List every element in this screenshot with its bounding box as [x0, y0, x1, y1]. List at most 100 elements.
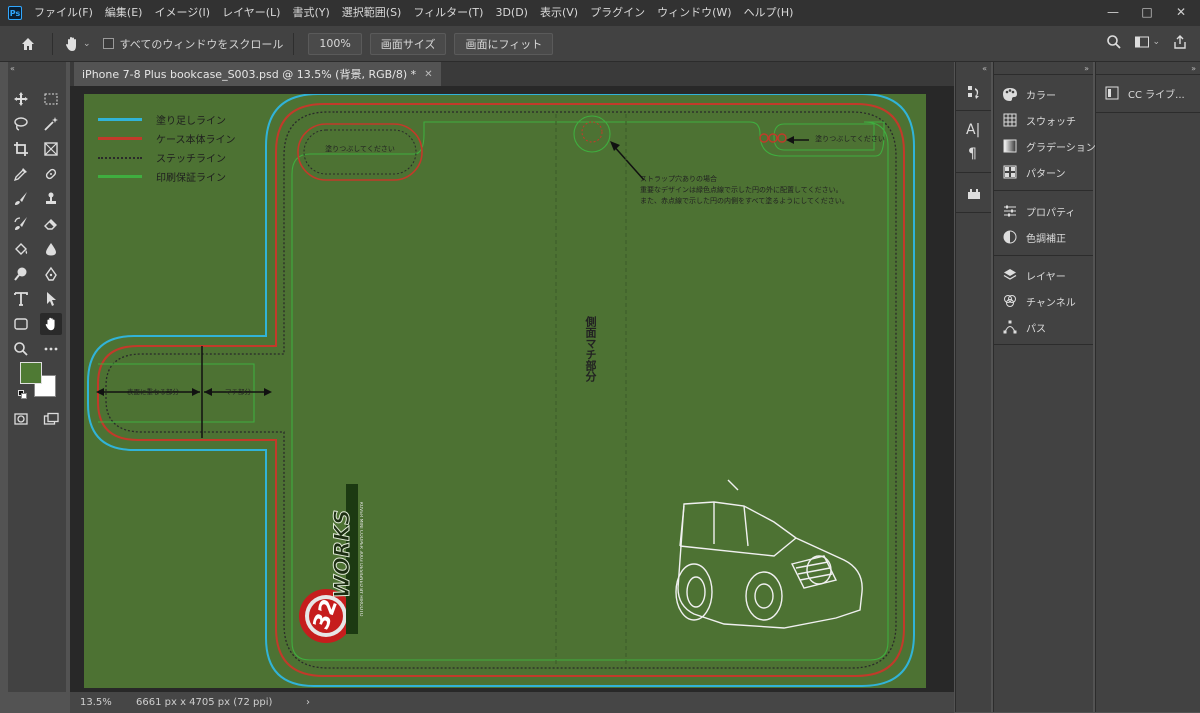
collapse-icon[interactable]: » — [1191, 64, 1196, 73]
document-dimensions: 6661 px x 4705 px (72 ppi) — [136, 697, 273, 708]
menu-item[interactable]: レイヤー(L) — [216, 0, 286, 26]
document-tab-bar: iPhone 7-8 Plus bookcase_S003.psd @ 13.5… — [70, 62, 954, 86]
paths-icon — [1002, 319, 1018, 335]
paint-bucket-tool-icon[interactable] — [10, 238, 32, 260]
minimize-button[interactable]: — — [1098, 2, 1128, 22]
document-canvas[interactable]: 塗り足しライン ケース本体ライン ステッチライン 印刷保証ライン 塗りつぶしてください… — [84, 94, 926, 688]
scroll-all-checkbox[interactable] — [102, 38, 114, 49]
zoom-level[interactable]: 13.5% — [80, 697, 130, 708]
menu-item[interactable]: 書式(Y) — [286, 0, 335, 26]
strap-note-line: また、赤点線で示した円の内側をすべて塗るようにしてください。 — [640, 197, 849, 205]
legend-label: ステッチライン — [156, 154, 226, 165]
chevron-down-icon: ⌄ — [1152, 37, 1160, 47]
panel-tab-label: CC ライブ... — [1128, 89, 1185, 101]
workspace-switcher[interactable]: ⌄ — [1134, 34, 1160, 50]
menu-item[interactable]: ウィンドウ(W) — [651, 0, 737, 26]
menu-item[interactable]: イメージ(I) — [148, 0, 216, 26]
panel-tab-label: チャンネル — [1026, 297, 1076, 309]
legend-label: 塗り足しライン — [156, 116, 226, 127]
status-menu-arrow[interactable]: › — [306, 697, 310, 708]
brush-tool-icon[interactable] — [10, 188, 32, 210]
layers-icon — [1002, 267, 1018, 283]
eraser-tool-icon[interactable] — [40, 213, 62, 235]
menu-item[interactable]: 表示(V) — [534, 0, 584, 26]
frame-tool-icon[interactable] — [40, 138, 62, 160]
panel-tab-adjustments[interactable]: 色調補正 — [1002, 226, 1066, 248]
menu-item[interactable]: ヘルプ(H) — [738, 0, 800, 26]
panel-tab-channels[interactable]: チャンネル — [1002, 290, 1076, 312]
menu-item[interactable]: フィルター(T) — [407, 0, 489, 26]
more-tools-icon[interactable] — [40, 338, 62, 360]
foreground-color-swatch[interactable] — [20, 362, 42, 384]
share-icon[interactable] — [1172, 34, 1188, 50]
fit-screen-button[interactable]: 画面サイズ — [369, 32, 447, 55]
healing-brush-tool-icon[interactable] — [40, 163, 62, 185]
legend-swatch — [98, 175, 142, 178]
search-icon[interactable] — [1106, 34, 1122, 50]
pen-tool-icon[interactable] — [40, 263, 62, 285]
panel-tab-label: パス — [1026, 323, 1046, 335]
fill-screen-button[interactable]: 画面にフィット — [454, 32, 554, 55]
panel-tab-label: レイヤー — [1026, 271, 1066, 283]
lasso-tool-icon[interactable] — [10, 113, 32, 135]
menu-item[interactable]: ファイル(F) — [28, 0, 99, 26]
side-gusset-label: 側面マチ部分 — [584, 316, 597, 382]
chevron-down-icon: ⌄ — [83, 38, 91, 49]
marquee-tool-icon[interactable] — [40, 88, 62, 110]
history-brush-tool-icon[interactable] — [10, 213, 32, 235]
panel-tab-pattern[interactable]: パターン — [1002, 161, 1066, 183]
move-tool-icon[interactable] — [10, 88, 32, 110]
legend-swatch — [98, 156, 142, 159]
panel-tab-color[interactable]: カラー — [1002, 83, 1056, 105]
expand-icon[interactable]: « — [982, 64, 987, 73]
paragraph-panel-icon[interactable]: ¶ — [968, 146, 977, 162]
screen-mode-icon[interactable] — [40, 408, 62, 430]
menu-item[interactable]: 編集(E) — [99, 0, 149, 26]
scroll-all-checkbox-group[interactable]: すべてのウィンドウをスクロール — [102, 36, 283, 52]
close-tab-icon[interactable]: ✕ — [424, 69, 432, 80]
collapse-icon[interactable]: » — [1084, 64, 1089, 73]
character-panel-icon[interactable]: A| — [966, 122, 980, 138]
menu-item[interactable]: 3D(D) — [489, 0, 534, 26]
rectangle-tool-icon[interactable] — [10, 313, 32, 335]
legend-item: 塗り足しライン — [98, 110, 236, 129]
logo-subtext: ROVER MINI COOPER 3003 DESIGNED BY HIROD… — [358, 501, 363, 617]
collapse-icon[interactable]: « — [10, 64, 15, 73]
maximize-button[interactable]: □ — [1132, 2, 1162, 22]
glyphs-panel-icon[interactable] — [967, 188, 981, 203]
panel-tab-layers[interactable]: レイヤー — [1002, 264, 1066, 286]
dodge-tool-icon[interactable] — [10, 263, 32, 285]
crop-tool-icon[interactable] — [10, 138, 32, 160]
type-tool-icon[interactable] — [10, 288, 32, 310]
panel-tab-properties[interactable]: プロパティ — [1002, 200, 1075, 222]
history-panel-icon[interactable] — [966, 84, 982, 103]
menu-item[interactable]: プラグイン — [584, 0, 651, 26]
close-window-button[interactable]: ✕ — [1166, 2, 1196, 22]
eyedropper-tool-icon[interactable] — [10, 163, 32, 185]
zoom-tool-icon[interactable] — [10, 338, 32, 360]
hand-tool-icon[interactable] — [40, 313, 62, 335]
default-colors-icon[interactable] — [18, 390, 27, 399]
zoom-100-button[interactable]: 100% — [308, 32, 362, 55]
hand-tool-preset[interactable]: ⌄ — [63, 35, 91, 53]
panel-tab-gradient[interactable]: グラデーション — [1002, 135, 1096, 157]
legend-item: ステッチライン — [98, 148, 236, 167]
panel-tab-cc-libraries[interactable]: CC ライブ... — [1104, 82, 1185, 104]
strap-note-line: ストラップ穴ありの場合 — [640, 175, 717, 183]
path-selection-tool-icon[interactable] — [40, 288, 62, 310]
panel-tab-label: スウォッチ — [1026, 116, 1076, 128]
logo-text: WORKS — [330, 509, 355, 599]
home-icon[interactable] — [14, 30, 42, 58]
blur-tool-icon[interactable] — [40, 238, 62, 260]
panel-tab-swatches[interactable]: スウォッチ — [1002, 109, 1076, 131]
clone-stamp-tool-icon[interactable] — [40, 188, 62, 210]
panel-tab-paths[interactable]: パス — [1002, 316, 1046, 338]
quick-mask-icon[interactable] — [10, 408, 32, 430]
magic-wand-tool-icon[interactable] — [40, 113, 62, 135]
panel-tab-label: パターン — [1026, 168, 1066, 180]
menu-item[interactable]: 選択範囲(S) — [336, 0, 408, 26]
panel-tab-label: カラー — [1026, 90, 1056, 102]
document-tab[interactable]: iPhone 7-8 Plus bookcase_S003.psd @ 13.5… — [74, 62, 441, 86]
window-controls: — □ ✕ — [1098, 2, 1196, 22]
document-tab-title: iPhone 7-8 Plus bookcase_S003.psd @ 13.5… — [82, 68, 417, 81]
